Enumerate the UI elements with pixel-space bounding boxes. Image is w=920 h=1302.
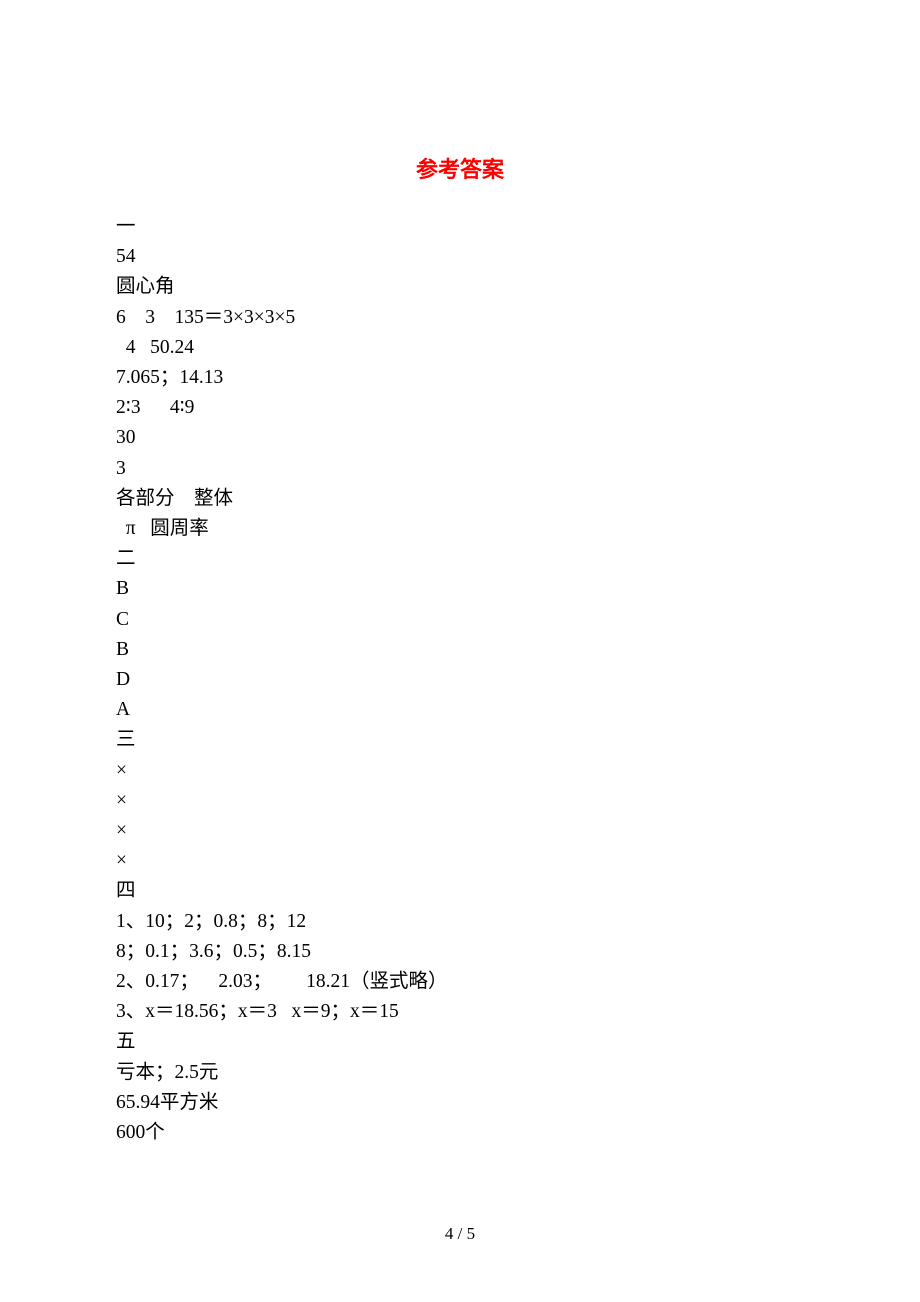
answer-line: 8；0.1；3.6；0.5；8.15 — [116, 937, 804, 967]
page-number: 4 / 5 — [0, 1224, 920, 1244]
section-two-header: 二 — [116, 544, 804, 574]
answer-line: 65.94平方米 — [116, 1088, 804, 1118]
answer-line: 54 — [116, 242, 804, 272]
answer-line: 7.065；14.13 — [116, 363, 804, 393]
answer-line: π 圆周率 — [116, 514, 804, 544]
answer-line: 亏本；2.5元 — [116, 1058, 804, 1088]
answer-line: C — [116, 605, 804, 635]
section-five-header: 五 — [116, 1027, 804, 1057]
document-title: 参考答案 — [116, 152, 804, 184]
answer-line: × — [116, 786, 804, 816]
answer-line: D — [116, 665, 804, 695]
answer-line: 6 3 135＝3×3×3×5 — [116, 303, 804, 333]
section-one-header: 一 — [116, 212, 804, 242]
answer-line: 600个 — [116, 1118, 804, 1148]
answer-line: B — [116, 574, 804, 604]
answer-line: 圆心角 — [116, 272, 804, 302]
answer-line: × — [116, 846, 804, 876]
answer-line: 3 — [116, 454, 804, 484]
answer-line: 1、10；2；0.8；8；12 — [116, 907, 804, 937]
page: 参考答案 一 54 圆心角 6 3 135＝3×3×3×5 4 50.24 7.… — [0, 0, 920, 1302]
content-block: 参考答案 一 54 圆心角 6 3 135＝3×3×3×5 4 50.24 7.… — [116, 152, 804, 1148]
answer-line: 4 50.24 — [116, 333, 804, 363]
answer-line: A — [116, 695, 804, 725]
answer-line: 2∶3 4∶9 — [116, 393, 804, 423]
section-three-header: 三 — [116, 725, 804, 755]
answer-line: 2、0.17； 2.03； 18.21（竖式略） — [116, 967, 804, 997]
answer-line: × — [116, 816, 804, 846]
answer-line: 30 — [116, 423, 804, 453]
answer-line: × — [116, 756, 804, 786]
answer-line: 3、x＝18.56；x＝3 x＝9；x＝15 — [116, 997, 804, 1027]
answer-line: 各部分 整体 — [116, 484, 804, 514]
answer-line: B — [116, 635, 804, 665]
section-four-header: 四 — [116, 876, 804, 906]
